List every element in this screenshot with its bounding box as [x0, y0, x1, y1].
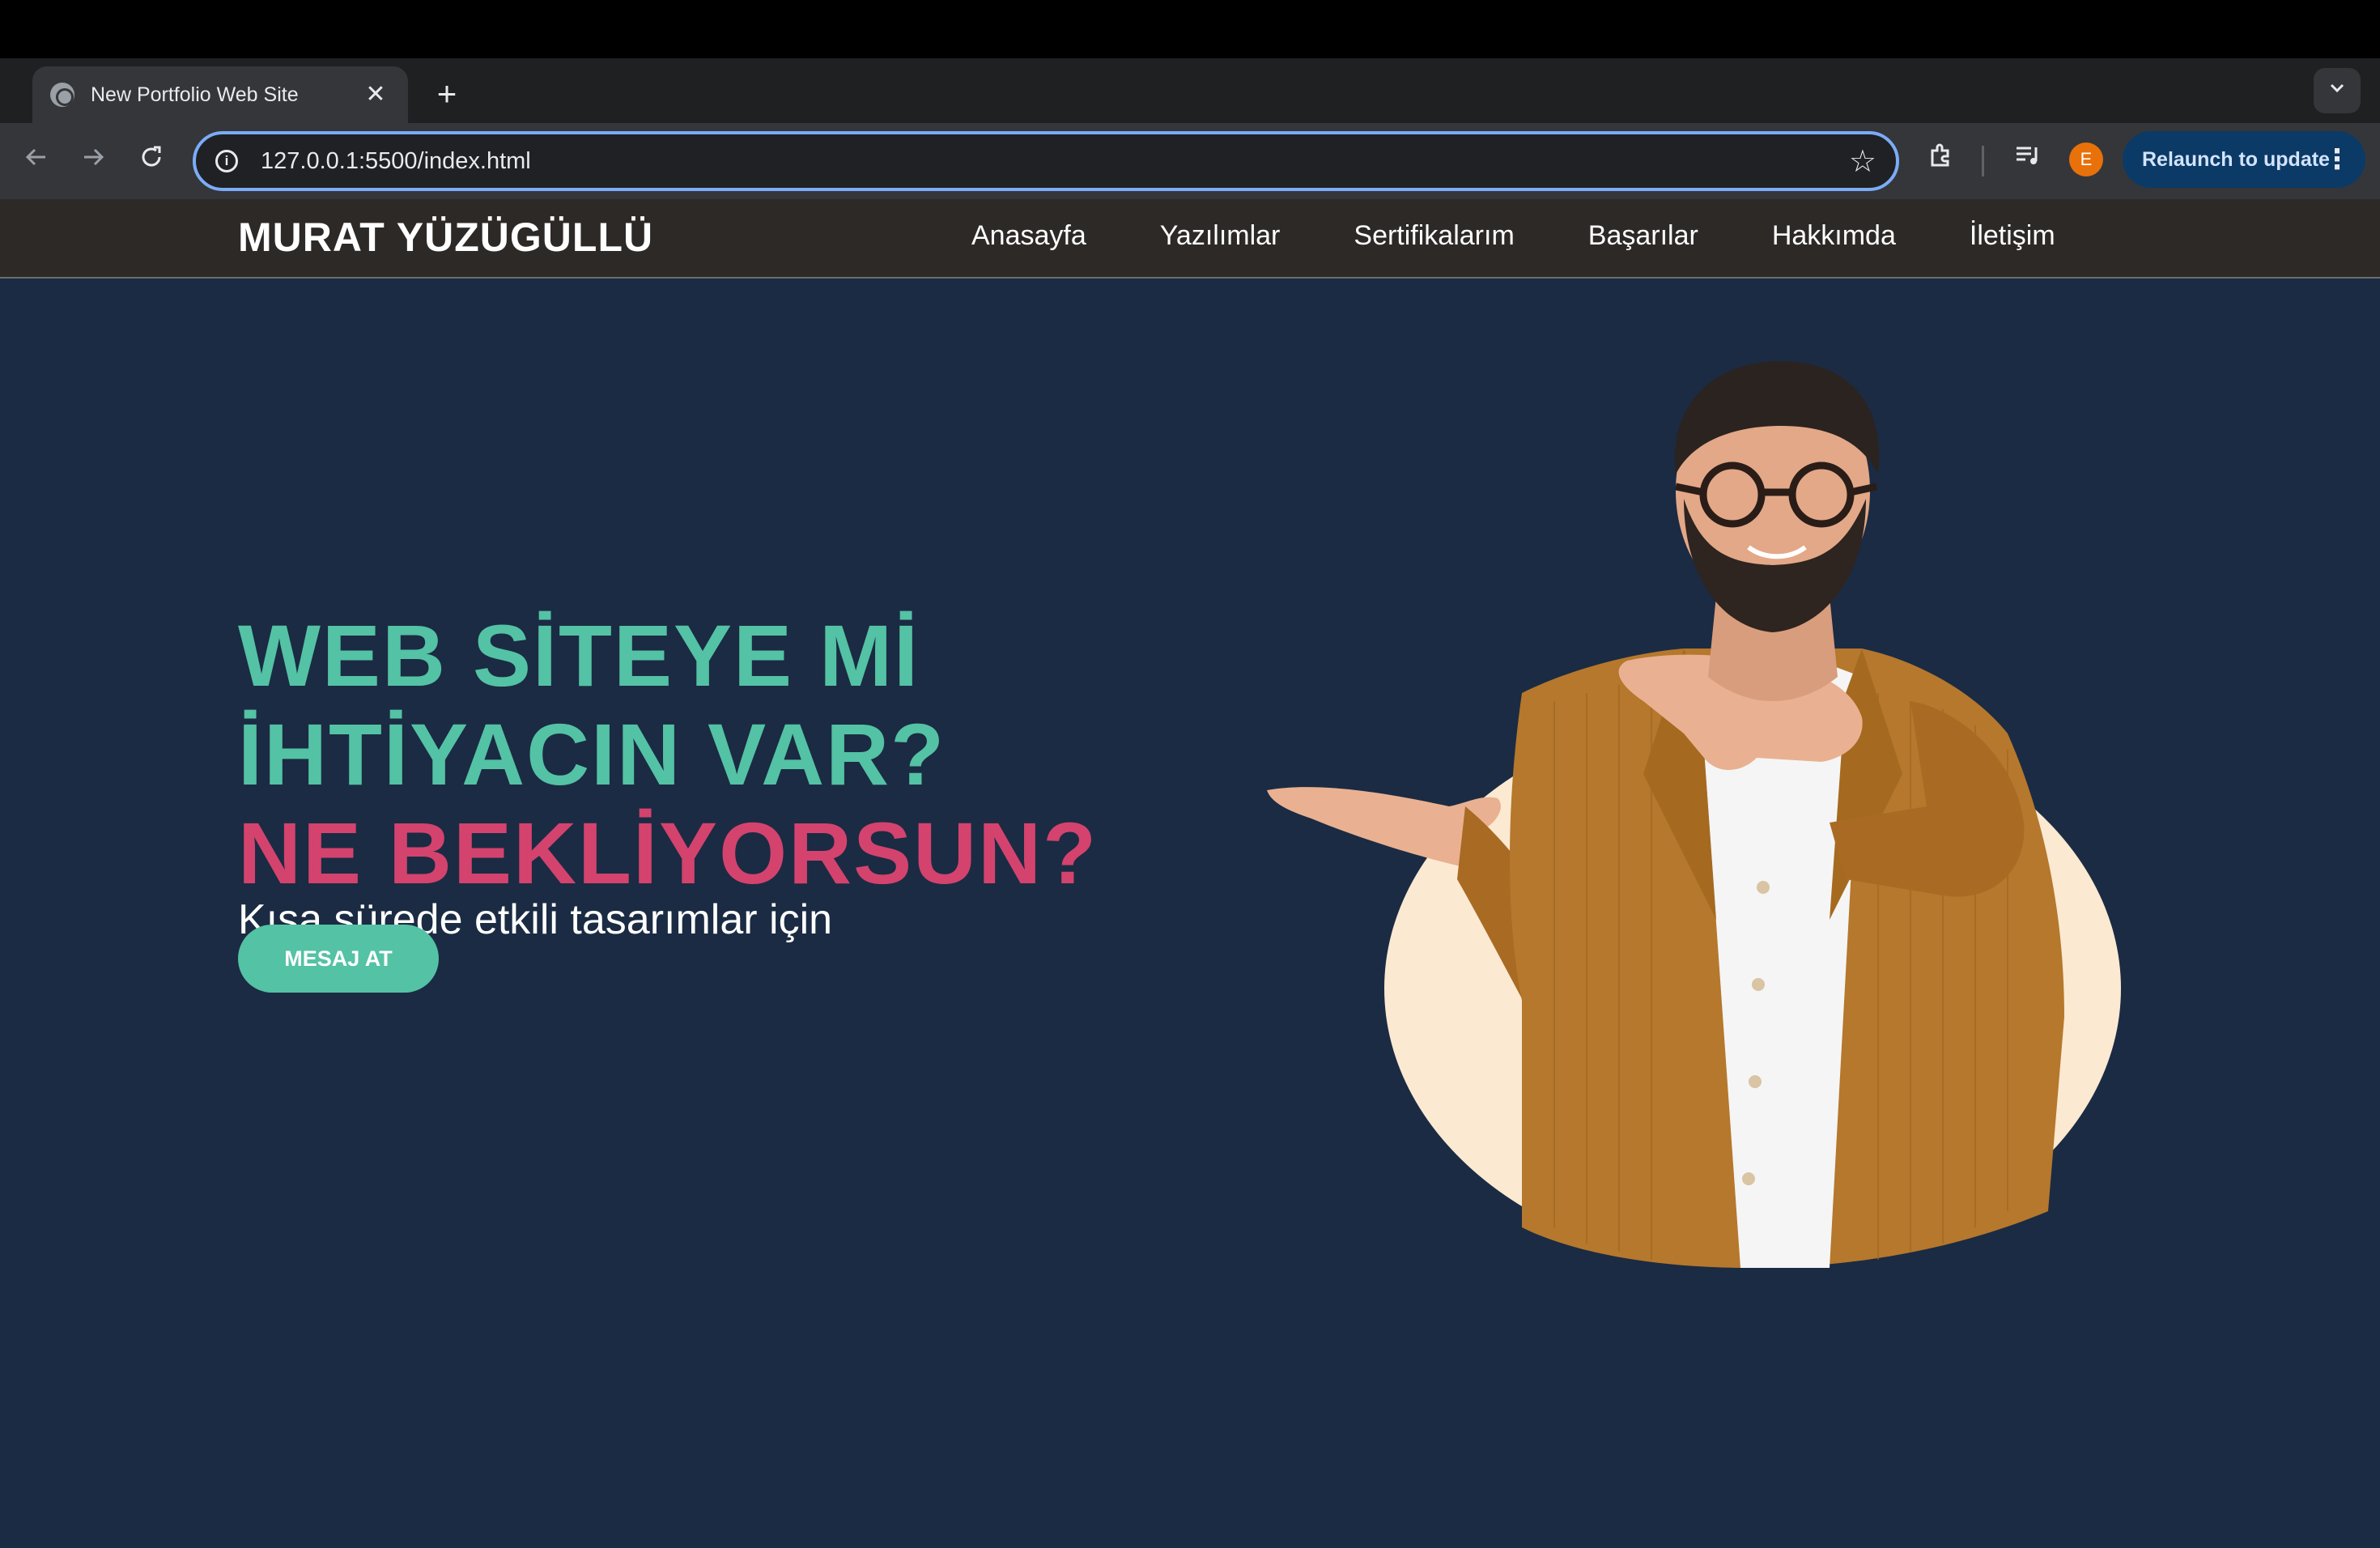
reload-button[interactable] [130, 139, 173, 183]
nav-link-anasayfa[interactable]: Anasayfa [971, 220, 1086, 252]
browser-tab[interactable]: New Portfolio Web Site ✕ [32, 66, 408, 123]
bookmark-star-icon[interactable]: ☆ [1849, 143, 1876, 180]
tab-search-button[interactable] [2314, 68, 2361, 113]
hero-person-image [1267, 361, 2121, 1268]
puzzle-icon [1931, 143, 1949, 167]
address-bar[interactable]: i 127.0.0.1:5500/index.html ☆ [193, 131, 1899, 191]
forward-icon [84, 148, 104, 166]
close-tab-icon[interactable]: ✕ [361, 80, 390, 109]
hero-heading-line-1: WEB SİTEYE Mİ [238, 606, 920, 704]
message-button[interactable]: MESAJ AT [238, 925, 439, 993]
nav-link-iletisim[interactable]: İletişim [1970, 220, 2055, 252]
nav-link-basarilar[interactable]: Başarılar [1588, 220, 1698, 252]
new-tab-button[interactable]: + [424, 73, 470, 118]
forward-button[interactable] [71, 139, 115, 183]
url-text[interactable]: 127.0.0.1:5500/index.html [261, 148, 1849, 175]
site-logo[interactable]: MURAT YÜZÜGÜLLÜ [238, 214, 653, 261]
tab-title: New Portfolio Web Site [91, 83, 299, 106]
nav-link-sertifikalarim[interactable]: Sertifikalarım [1354, 220, 1514, 252]
profile-avatar[interactable]: E [2069, 142, 2103, 176]
nav-link-hakkimda[interactable]: Hakkımda [1772, 220, 1896, 252]
nav-link-yazilimlar[interactable]: Yazılımlar [1160, 220, 1281, 252]
toolbar-separator [1982, 146, 1984, 176]
relaunch-label: Relaunch to update [2142, 147, 2330, 171]
globe-icon [50, 83, 74, 107]
hero-heading-line-2: İHTİYACIN VAR? [238, 705, 946, 803]
media-icon [2017, 147, 2038, 164]
hero-heading-line-3: NE BEKLİYORSUN? [238, 804, 1099, 902]
media-controls-button[interactable] [2006, 139, 2050, 183]
site-info-icon[interactable]: i [215, 150, 238, 172]
tab-strip: New Portfolio Web Site ✕ + [0, 58, 2380, 123]
main-menu: Anasayfa Yazılımlar Sertifikalarım Başar… [971, 220, 2055, 252]
more-menu-icon[interactable]: ⋮ [2323, 131, 2351, 188]
web-page: MURAT YÜZÜGÜLLÜ Anasayfa Yazılımlar Sert… [0, 199, 2380, 1548]
back-button[interactable] [15, 139, 58, 183]
chevron-down-icon [2330, 83, 2344, 93]
site-navbar: MURAT YÜZÜGÜLLÜ Anasayfa Yazılımlar Sert… [0, 199, 2380, 279]
os-menu-bar [0, 0, 2380, 58]
back-icon [25, 148, 45, 166]
relaunch-button[interactable]: Relaunch to update ⋮ [2123, 131, 2365, 188]
browser-toolbar: i 127.0.0.1:5500/index.html ☆ [0, 123, 2380, 199]
extensions-button[interactable] [1919, 139, 1962, 183]
reload-icon [142, 146, 161, 167]
